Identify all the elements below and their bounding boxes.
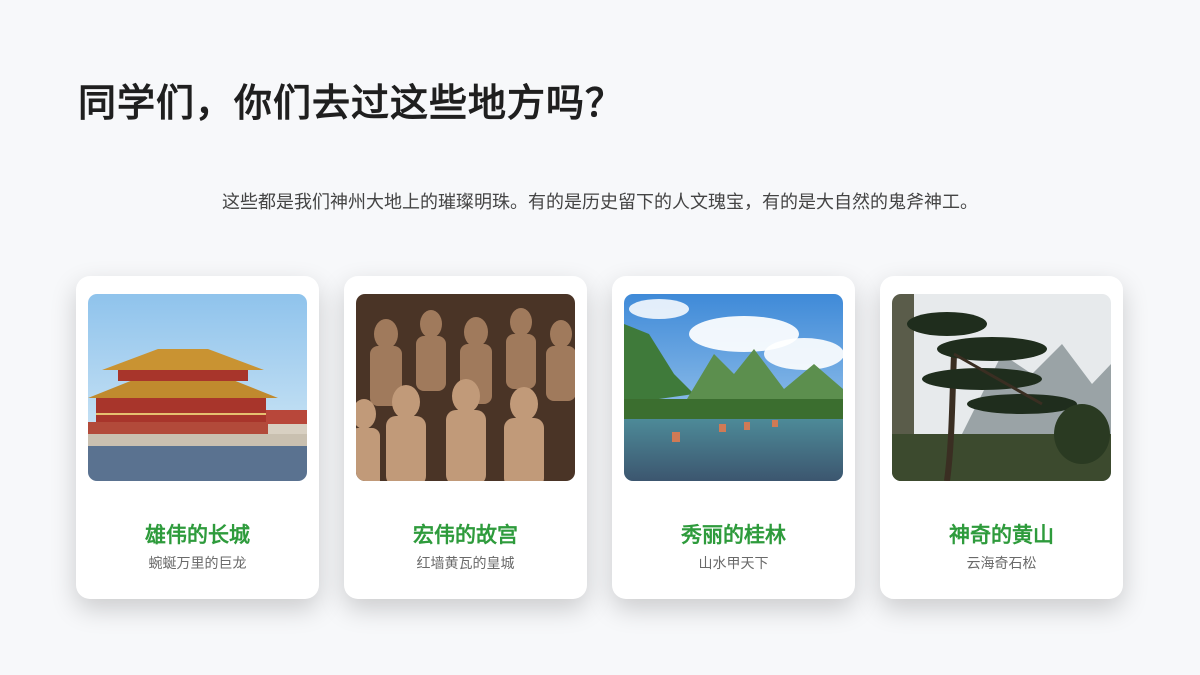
card-guilin[interactable]: 秀丽的桂林 山水甲天下 — [612, 276, 855, 599]
huangshan-pine-photo — [892, 294, 1111, 481]
terracotta-warriors-photo — [356, 294, 575, 481]
card-title: 神奇的黄山 — [949, 522, 1054, 547]
palace-photo — [88, 294, 307, 481]
card-list: 雄伟的长城 蜿蜒万里的巨龙 宏伟的故宫 红墙黄瓦的皇城 秀丽的桂林 山水甲天下 … — [76, 276, 1123, 599]
card-great-wall[interactable]: 雄伟的长城 蜿蜒万里的巨龙 — [76, 276, 319, 599]
guilin-river-photo — [624, 294, 843, 481]
card-title: 秀丽的桂林 — [681, 522, 786, 547]
card-subtitle: 红墙黄瓦的皇城 — [416, 556, 515, 572]
card-title: 宏伟的故宫 — [413, 522, 518, 547]
card-subtitle: 山水甲天下 — [698, 556, 769, 572]
card-subtitle: 云海奇石松 — [966, 556, 1037, 572]
card-title: 雄伟的长城 — [145, 522, 250, 547]
page-title: 同学们，你们去过这些地方吗？ — [78, 80, 625, 125]
page-subtitle: 这些都是我们神州大地上的璀璨明珠。有的是历史留下的人文瑰宝，有的是大自然的鬼斧神… — [222, 192, 978, 213]
card-huangshan[interactable]: 神奇的黄山 云海奇石松 — [880, 276, 1123, 599]
card-forbidden-city[interactable]: 宏伟的故宫 红墙黄瓦的皇城 — [344, 276, 587, 599]
card-subtitle: 蜿蜒万里的巨龙 — [148, 556, 247, 572]
